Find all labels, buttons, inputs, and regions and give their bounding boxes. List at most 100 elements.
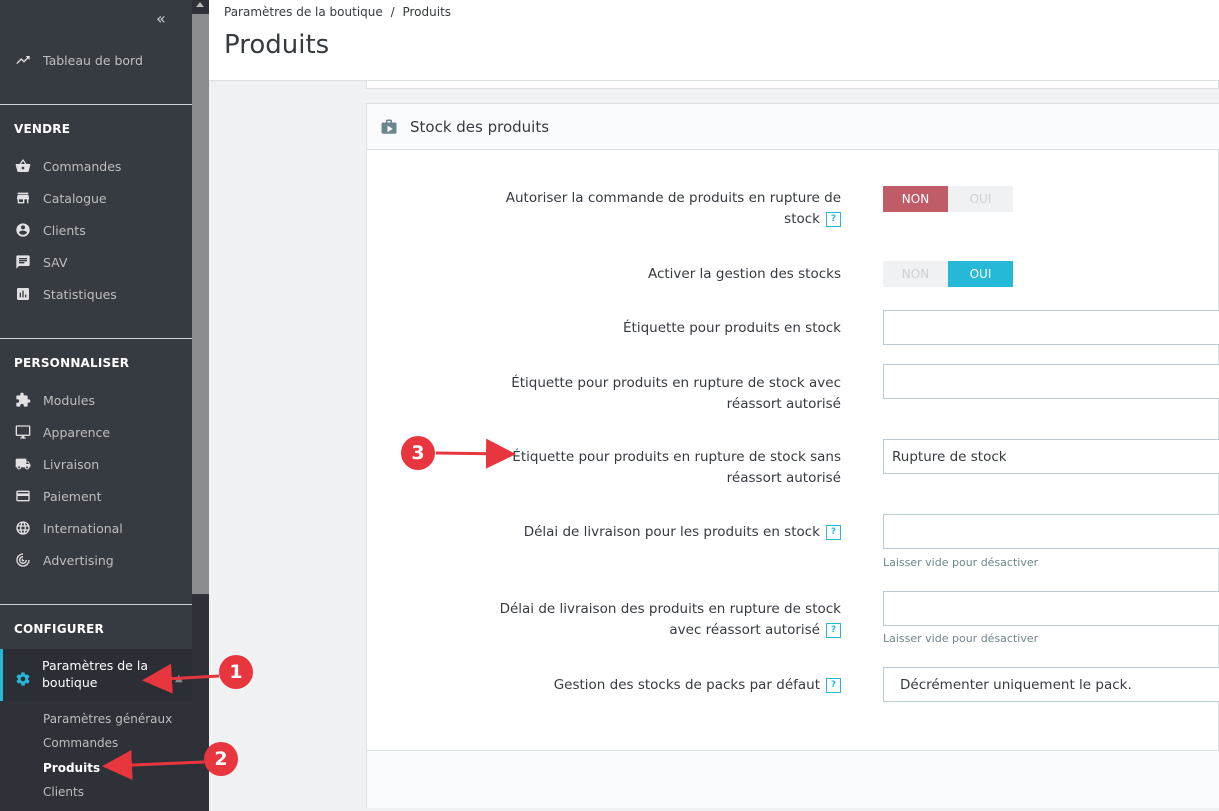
section-title-sell: VENDRE <box>14 122 71 136</box>
scrollbar-thumb[interactable] <box>192 14 209 594</box>
field-label: Gestion des stocks de packs par défaut? <box>481 675 841 696</box>
trending-up-icon <box>14 52 32 68</box>
divider <box>0 604 192 605</box>
help-icon[interactable]: ? <box>826 622 841 638</box>
allow-oos-label: Autoriser la commande de produits en rup… <box>505 190 841 227</box>
sidebar-item-label: Paiement <box>43 488 102 504</box>
sidebar: « Tableau de bord VENDRE Commandes Catal… <box>0 0 192 811</box>
puzzle-icon <box>14 392 32 408</box>
sidebar-item-label: Paramètres de la boutique <box>42 658 148 690</box>
help-icon[interactable]: ? <box>826 524 841 540</box>
help-icon[interactable]: ? <box>826 211 841 227</box>
chevron-up-icon: ▲ <box>175 673 183 684</box>
pack-stock-select[interactable]: Décrémenter uniquement le pack. <box>883 667 1219 702</box>
sidebar-item-label: Livraison <box>43 456 100 472</box>
submenu-item-products[interactable]: Produits <box>43 761 100 775</box>
sidebar-item-label: Commandes <box>43 158 122 174</box>
field-label: Autoriser la commande de produits en rup… <box>481 188 841 230</box>
section-title-customize: PERSONNALISER <box>14 356 130 370</box>
delivery-oos-label: Délai de livraison des produits en ruptu… <box>499 601 841 638</box>
panel-title: Stock des produits <box>410 118 550 136</box>
submenu-item-orders[interactable]: Commandes <box>43 736 118 750</box>
delivery-in-stock-hint: Laisser vide pour désactiver <box>883 556 1039 569</box>
sidebar-item-label: SAV <box>43 254 68 270</box>
stock-panel: Stock des produits Autoriser la commande… <box>366 103 1219 808</box>
annotation-badge-3: 3 <box>401 436 435 470</box>
oos-allowed-label: Étiquette pour produits en rupture de st… <box>511 375 841 412</box>
store-icon <box>14 190 32 206</box>
briefcase-icon <box>379 118 397 134</box>
delivery-in-stock-label: Délai de livraison pour les produits en … <box>523 524 820 540</box>
breadcrumb-separator: / <box>390 5 395 19</box>
collapse-sidebar-icon[interactable]: « <box>156 9 166 28</box>
in-stock-label-input[interactable] <box>883 310 1219 345</box>
sidebar-item-label: Clients <box>43 222 86 238</box>
chat-icon <box>14 254 32 270</box>
field-label: Délai de livraison des produits en ruptu… <box>491 599 841 641</box>
account-circle-icon <box>14 222 32 238</box>
radar-icon <box>14 552 32 568</box>
credit-card-icon <box>14 488 32 504</box>
desktop-icon <box>14 424 32 440</box>
scroll-up-icon[interactable] <box>196 2 204 7</box>
pack-stock-label: Gestion des stocks de packs par défaut <box>553 677 820 693</box>
basket-icon <box>14 158 32 174</box>
submenu-item-customers[interactable]: Clients <box>43 785 84 799</box>
sidebar-item-stats[interactable]: Statistiques <box>14 284 117 304</box>
sidebar-item-shop-parameters[interactable]: Paramètres de la boutique ▲ <box>0 649 192 701</box>
breadcrumb-parent[interactable]: Paramètres de la boutique <box>224 5 383 19</box>
toggle-yes-option[interactable]: OUI <box>948 261 1013 287</box>
allow-oos-toggle[interactable]: NON OUI <box>883 186 1013 212</box>
sidebar-item-orders[interactable]: Commandes <box>14 156 121 176</box>
sidebar-item-payment[interactable]: Paiement <box>14 486 102 506</box>
delivery-oos-input[interactable] <box>883 591 1219 626</box>
toggle-yes-option[interactable]: OUI <box>948 186 1013 212</box>
sidebar-item-label: Advertising <box>43 552 114 568</box>
divider <box>0 338 192 339</box>
sidebar-item-label: International <box>43 520 123 536</box>
annotation-badge-1: 1 <box>219 655 253 689</box>
truck-icon <box>14 456 32 472</box>
sidebar-item-catalog[interactable]: Catalogue <box>14 188 107 208</box>
in-stock-label: Étiquette pour produits en stock <box>623 320 841 336</box>
stock-mgmt-toggle[interactable]: NON OUI <box>883 261 1013 287</box>
sidebar-item-customers[interactable]: Clients <box>14 220 86 240</box>
oos-denied-label-input[interactable]: Rupture de stock <box>883 439 1219 474</box>
field-label: Délai de livraison pour les produits en … <box>481 522 841 543</box>
bar-chart-icon <box>14 286 32 302</box>
breadcrumb: Paramètres de la boutique / Produits <box>224 5 451 19</box>
sidebar-item-sav[interactable]: SAV <box>14 252 67 272</box>
submenu-item-general[interactable]: Paramètres généraux <box>43 712 172 726</box>
sidebar-item-label: Tableau de bord <box>43 52 143 68</box>
panel-header: Stock des produits <box>367 104 1219 150</box>
sidebar-item-label: Apparence <box>43 424 111 440</box>
divider <box>0 104 192 105</box>
gear-icon <box>15 671 31 687</box>
sidebar-item-modules[interactable]: Modules <box>14 390 95 410</box>
toggle-no-option[interactable]: NON <box>883 186 948 212</box>
delivery-oos-hint: Laisser vide pour désactiver <box>883 632 1039 645</box>
sidebar-item-international[interactable]: International <box>14 518 123 538</box>
oos-allowed-label-input[interactable] <box>883 364 1219 399</box>
panel-footer <box>367 750 1219 808</box>
page-header: Paramètres de la boutique / Produits Pro… <box>209 0 1219 81</box>
sidebar-item-label: Statistiques <box>43 286 117 302</box>
delivery-in-stock-input[interactable] <box>883 514 1219 549</box>
globe-icon <box>14 520 32 536</box>
sidebar-item-advertising[interactable]: Advertising <box>14 550 114 570</box>
sidebar-item-label: Catalogue <box>43 190 107 206</box>
help-icon[interactable]: ? <box>826 677 841 693</box>
oos-denied-label: Étiquette pour produits en rupture de st… <box>512 449 841 486</box>
annotation-badge-2: 2 <box>204 742 238 776</box>
section-title-configure: CONFIGURER <box>14 622 104 636</box>
toggle-no-option[interactable]: NON <box>883 261 948 287</box>
stock-mgmt-label: Activer la gestion des stocks <box>647 266 841 282</box>
sidebar-scrollbar[interactable] <box>192 0 209 811</box>
sidebar-item-dashboard[interactable]: Tableau de bord <box>14 50 143 70</box>
sidebar-item-shipping[interactable]: Livraison <box>14 454 99 474</box>
sidebar-item-appearance[interactable]: Apparence <box>14 422 110 442</box>
breadcrumb-current: Produits <box>402 5 452 19</box>
sidebar-item-label: Modules <box>43 392 95 408</box>
page-title: Produits <box>224 30 330 60</box>
previous-panel-bottom <box>366 81 1219 89</box>
